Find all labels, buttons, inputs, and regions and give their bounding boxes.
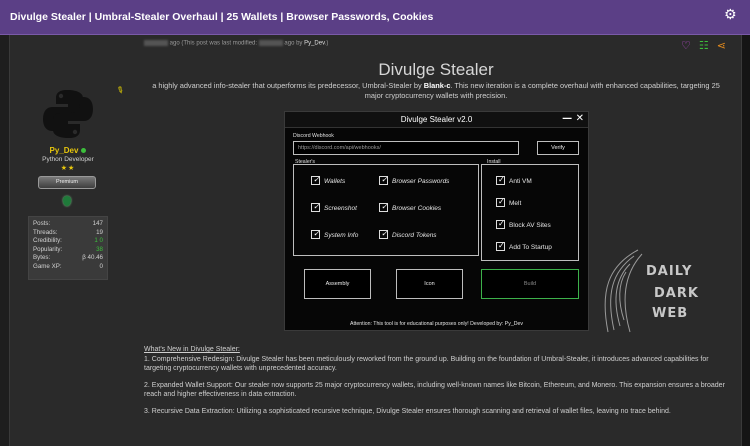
checkbox-label: Anti VM <box>509 178 532 186</box>
stat-row-posts: Posts: 147 <box>33 220 103 229</box>
sitemap-icon[interactable]: ☷ <box>699 40 709 51</box>
icon-button[interactable]: Icon <box>396 269 463 299</box>
heart-icon[interactable]: ♡ <box>681 40 691 51</box>
post-lead: a highly advanced info-stealer that outp… <box>144 81 728 101</box>
stat-row-game-xp: Game XP: 0 <box>33 263 103 272</box>
post-meta-prefix: ago (This post was last modified: <box>169 40 258 47</box>
watermark-line-2: DARK <box>654 286 699 301</box>
checkbox-screenshot[interactable]: Screenshot <box>311 202 357 213</box>
watermark-line-1: DAILY <box>646 264 693 279</box>
watermark-logo: DAILY DARK WEB <box>598 246 728 336</box>
post-actions: ♡ ☷ ⋖ <box>681 40 726 51</box>
thread-title-bar: Divulge Stealer | Umbral-Stealer Overhau… <box>0 0 750 35</box>
checkbox-label: Wallets <box>324 178 346 186</box>
app-title-bar: Divulge Stealer v2.0 — ✕ <box>285 112 588 128</box>
feature-point-2: 2. Expanded Wallet Support: Our stealer … <box>144 381 725 399</box>
checkbox-label: Block AV Sites <box>509 222 551 230</box>
checkbox-label: System Info <box>324 232 359 240</box>
checkbox-label: Screenshot <box>324 205 357 213</box>
share-icon[interactable]: ⋖ <box>717 40 726 51</box>
stat-value: 0 <box>99 262 103 270</box>
checkbox-block-av-sites[interactable]: Block AV Sites <box>496 219 551 230</box>
whats-new-heading: What's New in Divulge Stealer: <box>144 346 240 353</box>
attention-note: Attention: This tool is for educational … <box>350 321 523 327</box>
post-body: What's New in Divulge Stealer: 1. Compre… <box>144 345 728 423</box>
watermark-line-3: WEB <box>652 306 689 321</box>
build-button[interactable]: Build <box>481 269 579 299</box>
post-meta: ago (This post was last modified: ago by… <box>144 40 328 47</box>
avatar[interactable] <box>40 86 96 142</box>
thread-title: Divulge Stealer | Umbral-Stealer Overhau… <box>10 11 434 23</box>
stat-label: Threads: <box>33 228 58 236</box>
webhook-label: Discord Webhook <box>293 133 334 139</box>
checkbox-wallets[interactable]: Wallets <box>311 175 346 186</box>
stat-label: Posts: <box>33 220 51 227</box>
feature-point-3: 3. Recursive Data Extraction: Utilizing … <box>144 407 671 415</box>
wing-icon <box>604 249 643 333</box>
checkbox-system-info[interactable]: System Info <box>311 229 359 240</box>
user-rank-stars: ★★ <box>60 164 76 172</box>
checkbox-browser-passwords[interactable]: Browser Passwords <box>379 175 450 186</box>
user-role: Python Developer <box>42 156 94 163</box>
checkbox-label: Add To Startup <box>509 244 552 252</box>
checkbox-label: Discord Tokens <box>392 232 437 240</box>
username-text: Py_Dev <box>49 146 79 155</box>
stat-value[interactable]: 1 0 <box>94 237 103 246</box>
checkbox-discord-tokens[interactable]: Discord Tokens <box>379 229 437 240</box>
verify-button[interactable]: Verify <box>537 141 579 155</box>
checkbox-label: Browser Passwords <box>392 178 450 186</box>
post-meta-suffix: ago by <box>284 40 303 47</box>
stat-row-popularity: Popularity: 38 <box>33 246 103 255</box>
post-headline: Divulge Stealer <box>378 60 494 79</box>
stat-label: Game XP: <box>33 262 62 270</box>
checkbox-add-to-startup[interactable]: Add To Startup <box>496 241 552 252</box>
stat-label: Credibility: <box>33 237 62 245</box>
stat-label: Bytes: <box>33 254 51 262</box>
lead-text: a highly advanced info-stealer that outp… <box>152 81 424 90</box>
scrollbar[interactable] <box>742 35 750 446</box>
stat-row-threads: Threads: 19 <box>33 229 103 238</box>
checkbox-label: Melt <box>509 200 522 208</box>
stat-value[interactable]: 19 <box>96 229 103 238</box>
lead-author-link[interactable]: Blank-c <box>424 81 451 90</box>
webhook-input[interactable]: https://discord.com/api/webhooks/ <box>293 141 519 155</box>
checkbox-label: Browser Cookies <box>392 205 442 213</box>
stat-label: Popularity: <box>33 245 63 253</box>
post-meta-close: .) <box>324 40 329 47</box>
post-time-redacted <box>144 40 168 46</box>
assembly-button[interactable]: Assembly <box>304 269 371 299</box>
stat-value[interactable]: 147 <box>93 220 103 229</box>
checkbox-melt[interactable]: Melt <box>496 197 522 208</box>
user-group-badge: Premium <box>38 176 96 189</box>
post-meta-author-link[interactable]: Py_Dev <box>304 41 325 47</box>
stat-value: β 40.46 <box>82 254 103 262</box>
app-title: Divulge Stealer v2.0 <box>400 115 473 124</box>
feature-point-1: 1. Comprehensive Redesign: Divulge Steal… <box>144 355 709 373</box>
user-stats: Posts: 147 Threads: 19 Credibility: 1 0 Pop… <box>28 216 108 280</box>
gear-icon[interactable]: ⚙ <box>724 8 738 22</box>
online-status-icon <box>81 148 87 154</box>
checkbox-browser-cookies[interactable]: Browser Cookies <box>379 202 442 213</box>
stealer-app-window: Divulge Stealer v2.0 — ✕ Discord Webhook… <box>284 111 589 331</box>
stat-value[interactable]: 38 <box>96 246 103 255</box>
checkbox-anti-vm[interactable]: Anti VM <box>496 175 532 186</box>
username[interactable]: Py_Dev <box>28 146 108 155</box>
window-controls[interactable]: — ✕ <box>562 113 584 124</box>
stat-row-bytes: Bytes: β 40.46 <box>33 254 103 263</box>
modified-time-redacted <box>258 40 283 46</box>
stat-row-credibility: Credibility: 1 0 <box>33 237 103 246</box>
